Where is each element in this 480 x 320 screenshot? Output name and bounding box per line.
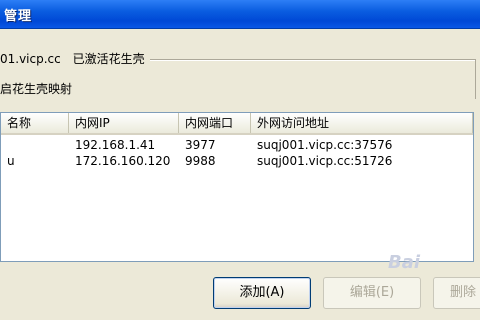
column-header-external[interactable]: 外网访问地址	[251, 113, 473, 133]
enable-mapping-checkbox[interactable]: 启花生壳映射	[0, 80, 72, 97]
cell-name	[1, 137, 69, 153]
status-label: 已激活花生壳	[72, 52, 145, 66]
column-header-ip[interactable]: 内网IP	[69, 113, 179, 133]
edit-button[interactable]: 编辑(E)	[323, 277, 421, 309]
add-button[interactable]: 添加(A)	[213, 277, 311, 309]
mapping-list[interactable]: 名称 内网IP 内网端口 外网访问地址 192.168.1.41 3977 su…	[0, 112, 474, 262]
group-border	[150, 59, 476, 60]
domain-label: 01.vicp.cc	[0, 52, 61, 66]
cell-external: suqj001.vicp.cc:51726	[257, 154, 393, 168]
cell-name: u	[7, 154, 15, 168]
status-row: 01.vicp.cc 已激活花生壳	[0, 50, 145, 67]
table-row[interactable]: 192.168.1.41 3977 suqj001.vicp.cc:37576	[1, 137, 473, 153]
watermark: Bai	[388, 252, 421, 273]
table-row[interactable]: u 172.16.160.120 9988 suqj001.vicp.cc:51…	[1, 153, 473, 169]
column-header-name[interactable]: 名称	[1, 113, 69, 133]
cell-ip: 192.168.1.41	[75, 138, 156, 152]
cell-external: suqj001.vicp.cc:37576	[257, 138, 393, 152]
cell-ip: 172.16.160.120	[75, 154, 171, 168]
cell-port: 9988	[185, 154, 216, 168]
enable-mapping-label: 启花生壳映射	[0, 82, 73, 96]
delete-button[interactable]: 删除	[433, 277, 480, 309]
group-border-right	[475, 59, 476, 99]
title-bar: 管理	[0, 0, 480, 29]
window-title: 管理	[4, 9, 33, 24]
cell-port: 3977	[185, 138, 216, 152]
column-header-port[interactable]: 内网端口	[179, 113, 251, 133]
list-header: 名称 内网IP 内网端口 外网访问地址	[1, 113, 473, 135]
